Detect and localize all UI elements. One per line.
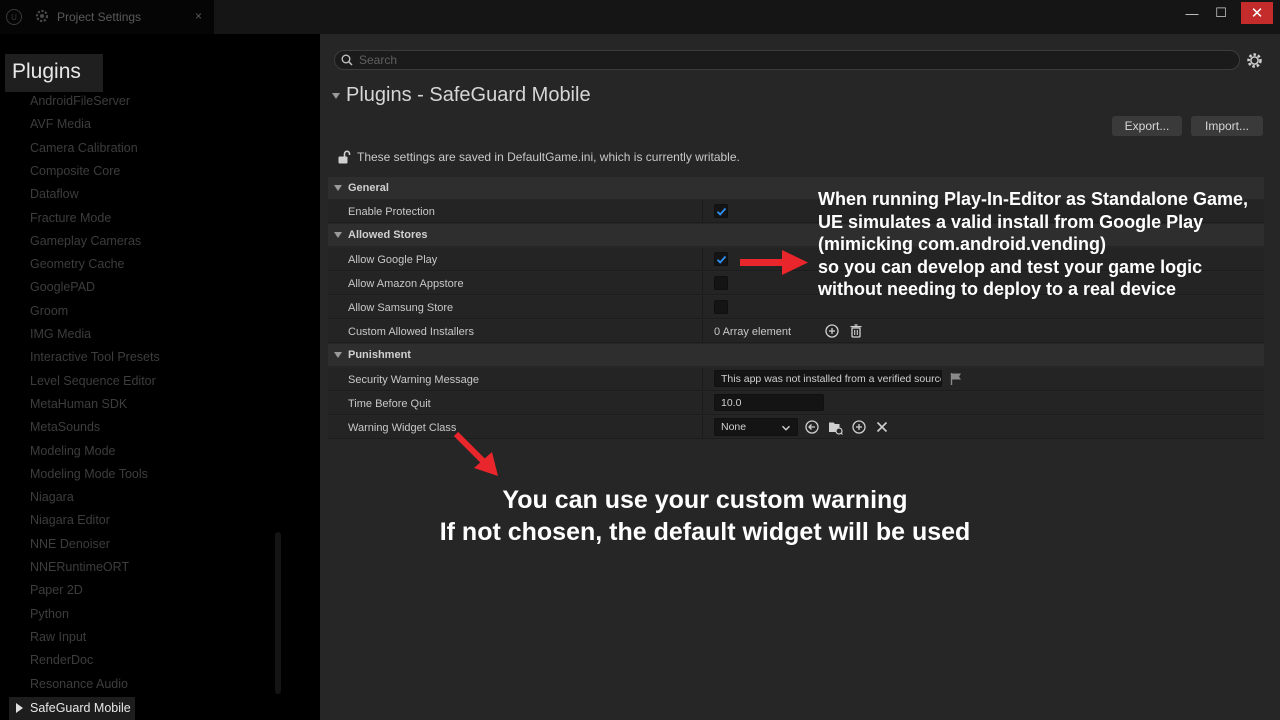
sidebar-item[interactable]: AVF Media [30, 117, 91, 131]
maximize-button[interactable]: ☐ [1204, 2, 1238, 24]
sidebar-item[interactable]: Paper 2D [30, 583, 83, 597]
sidebar-item[interactable]: Level Sequence Editor [30, 374, 156, 388]
row-security-warning-message: Security Warning Message This app was no… [328, 368, 1264, 391]
enable-protection-checkbox[interactable] [714, 204, 728, 218]
warning-widget-class-dropdown[interactable]: None [714, 418, 798, 436]
clear-icon[interactable] [874, 419, 890, 435]
security-warning-message-field[interactable]: This app was not installed from a verifi… [714, 370, 942, 387]
add-element-icon[interactable] [824, 323, 840, 339]
use-selected-icon[interactable] [804, 419, 820, 435]
sidebar-item[interactable]: Raw Input [30, 630, 86, 644]
unlocked-icon [338, 150, 351, 164]
sidebar-scrollbar[interactable] [275, 532, 281, 694]
sidebar-item[interactable]: Camera Calibration [30, 141, 138, 155]
tab-close-icon[interactable]: × [195, 9, 202, 23]
search-bar [334, 50, 1240, 70]
annotation-line: so you can develop and test your game lo… [818, 256, 1203, 277]
sidebar-item[interactable]: GooglePAD [30, 280, 95, 294]
settings-sidebar: Plugins AndroidFileServer AVF Media Camera… [0, 34, 320, 720]
widget-annotation: You can use your custom warning If not ch… [320, 484, 1090, 548]
import-button[interactable]: Import... [1191, 116, 1263, 136]
collapse-caret-icon[interactable] [332, 92, 340, 99]
browse-folder-icon[interactable] [827, 419, 843, 435]
sidebar-item[interactable]: Geometry Cache [30, 257, 124, 271]
delete-all-icon[interactable] [848, 323, 864, 339]
time-before-quit-field[interactable]: 10.0 [714, 394, 824, 411]
page-title: Plugins - SafeGuard Mobile [332, 84, 591, 107]
sidebar-item[interactable]: AndroidFileServer [30, 94, 130, 108]
search-input[interactable] [359, 52, 1219, 68]
array-count: 0 Array element [714, 326, 792, 338]
project-settings-tab[interactable]: U Project Settings × [0, 0, 214, 34]
settings-gear-icon [35, 9, 49, 23]
annotation-line: When running Play-In-Editor as Standalon… [818, 189, 1249, 209]
red-arrow-right-icon [740, 250, 808, 275]
sidebar-item[interactable]: Dataflow [30, 187, 79, 201]
chevron-down-icon [781, 425, 791, 431]
sidebar-item[interactable]: Python [30, 607, 69, 621]
sidebar-item[interactable]: Interactive Tool Presets [30, 350, 160, 364]
red-arrow-down-icon [453, 431, 498, 476]
sidebar-item[interactable]: NNERuntimeORT [30, 560, 129, 574]
annotation-line: without needing to deploy to a real devi… [818, 279, 1177, 299]
config-info-text: These settings are saved in DefaultGame.… [357, 150, 740, 164]
annotation-line: UE simulates a valid install from Google… [818, 211, 1204, 232]
settings-details-panel: Plugins - SafeGuard Mobile Export... Imp… [320, 34, 1280, 720]
sidebar-item-label: SafeGuard Mobile [30, 701, 131, 715]
row-time-before-quit: Time Before Quit 10.0 [328, 392, 1264, 415]
export-button[interactable]: Export... [1112, 116, 1182, 136]
add-new-icon[interactable] [851, 419, 867, 435]
expand-triangle-icon [16, 703, 23, 713]
close-window-button[interactable]: ✕ [1241, 2, 1273, 24]
sidebar-item[interactable]: MetaHuman SDK [30, 397, 127, 411]
standalone-annotation: When running Play-In-Editor as Standalon… [818, 188, 1248, 301]
sidebar-heading: Plugins [5, 54, 103, 92]
checkmark-icon [716, 207, 727, 216]
title-bar: U Project Settings × — ☐ ✕ [0, 0, 1280, 34]
sidebar-item[interactable]: Groom [30, 304, 68, 318]
annotation-line: (mimicking com.android.vending) [818, 234, 1107, 254]
sidebar-item[interactable]: NNE Denoiser [30, 537, 110, 551]
sidebar-item[interactable]: Modeling Mode [30, 444, 115, 458]
row-custom-allowed-installers: Custom Allowed Installers 0 Array elemen… [328, 320, 1264, 343]
unreal-logo-icon: U [6, 9, 22, 25]
collapse-caret-icon [334, 185, 342, 191]
collapse-caret-icon [334, 352, 342, 358]
sidebar-item[interactable]: RenderDoc [30, 653, 93, 667]
annotation-line: You can use your custom warning [502, 486, 908, 514]
sidebar-item[interactable]: Modeling Mode Tools [30, 467, 148, 481]
tab-title: Project Settings [57, 10, 142, 24]
checkmark-icon [716, 255, 727, 264]
annotation-line: If not chosen, the default widget will b… [439, 518, 971, 546]
sidebar-item[interactable]: IMG Media [30, 327, 91, 341]
sidebar-item[interactable]: MetaSounds [30, 420, 100, 434]
flag-icon[interactable] [948, 371, 964, 387]
allow-google-play-checkbox[interactable] [714, 252, 728, 266]
gear-icon[interactable] [1246, 52, 1263, 69]
sidebar-item[interactable]: Niagara Editor [30, 513, 110, 527]
allow-samsung-store-checkbox[interactable] [714, 300, 728, 314]
sidebar-item-safeguard-mobile[interactable]: SafeGuard Mobile [9, 697, 135, 720]
search-icon [341, 54, 353, 66]
config-info: These settings are saved in DefaultGame.… [337, 150, 740, 164]
sidebar-item[interactable]: Composite Core [30, 164, 120, 178]
sidebar-item[interactable]: Resonance Audio [30, 677, 128, 691]
sidebar-item[interactable]: Fracture Mode [30, 211, 111, 225]
sidebar-item[interactable]: Gameplay Cameras [30, 234, 141, 248]
sidebar-item[interactable]: Niagara [30, 490, 74, 504]
collapse-caret-icon [334, 232, 342, 238]
allow-amazon-appstore-checkbox[interactable] [714, 276, 728, 290]
category-punishment[interactable]: Punishment [328, 344, 1264, 366]
